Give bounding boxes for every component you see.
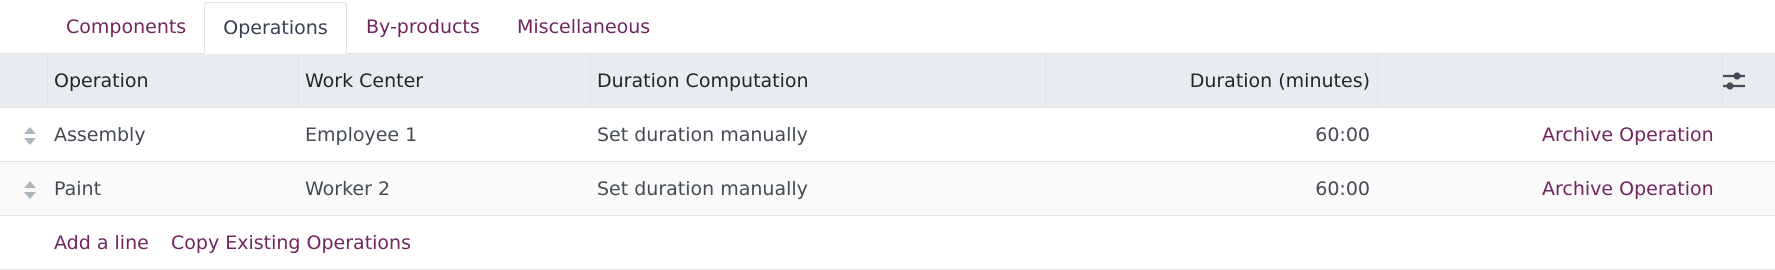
table-row[interactable]: Assembly Employee 1 Set duration manuall… [0, 108, 1775, 162]
tab-miscellaneous[interactable]: Miscellaneous [517, 2, 650, 54]
tab-components[interactable]: Components [66, 2, 186, 54]
drag-handle-icon[interactable] [23, 125, 37, 147]
archive-operation-button[interactable]: Archive Operation [1542, 162, 1714, 216]
column-divider [590, 54, 591, 108]
table-footer: Add a line Copy Existing Operations [0, 216, 1775, 270]
cell-duration[interactable]: 60:00 [1050, 108, 1370, 162]
cell-duration[interactable]: 60:00 [1050, 162, 1370, 216]
cell-operation[interactable]: Assembly [54, 108, 146, 162]
column-header-duration-computation[interactable]: Duration Computation [597, 54, 809, 108]
archive-operation-button[interactable]: Archive Operation [1542, 108, 1714, 162]
column-header-duration-minutes[interactable]: Duration (minutes) [1050, 54, 1370, 108]
column-divider [1377, 54, 1378, 108]
cell-operation[interactable]: Paint [54, 162, 101, 216]
add-line-button[interactable]: Add a line [54, 216, 149, 270]
cell-duration-computation[interactable]: Set duration manually [597, 108, 808, 162]
notebook-tabs: Components Operations By-products Miscel… [0, 0, 1775, 54]
column-divider [298, 54, 299, 108]
column-divider [47, 54, 48, 108]
cell-work-center[interactable]: Employee 1 [305, 108, 417, 162]
column-divider [1045, 54, 1046, 108]
tab-operations[interactable]: Operations [204, 2, 347, 54]
copy-existing-operations-button[interactable]: Copy Existing Operations [171, 216, 411, 270]
table-row[interactable]: Paint Worker 2 Set duration manually 60:… [0, 162, 1775, 216]
tab-by-products[interactable]: By-products [366, 2, 480, 54]
operations-table-header: Operation Work Center Duration Computati… [0, 54, 1775, 108]
optional-columns-settings-icon[interactable] [1720, 68, 1748, 94]
column-header-operation[interactable]: Operation [54, 54, 149, 108]
drag-handle-icon[interactable] [23, 179, 37, 201]
cell-duration-computation[interactable]: Set duration manually [597, 162, 808, 216]
cell-work-center[interactable]: Worker 2 [305, 162, 390, 216]
column-header-work-center[interactable]: Work Center [305, 54, 423, 108]
